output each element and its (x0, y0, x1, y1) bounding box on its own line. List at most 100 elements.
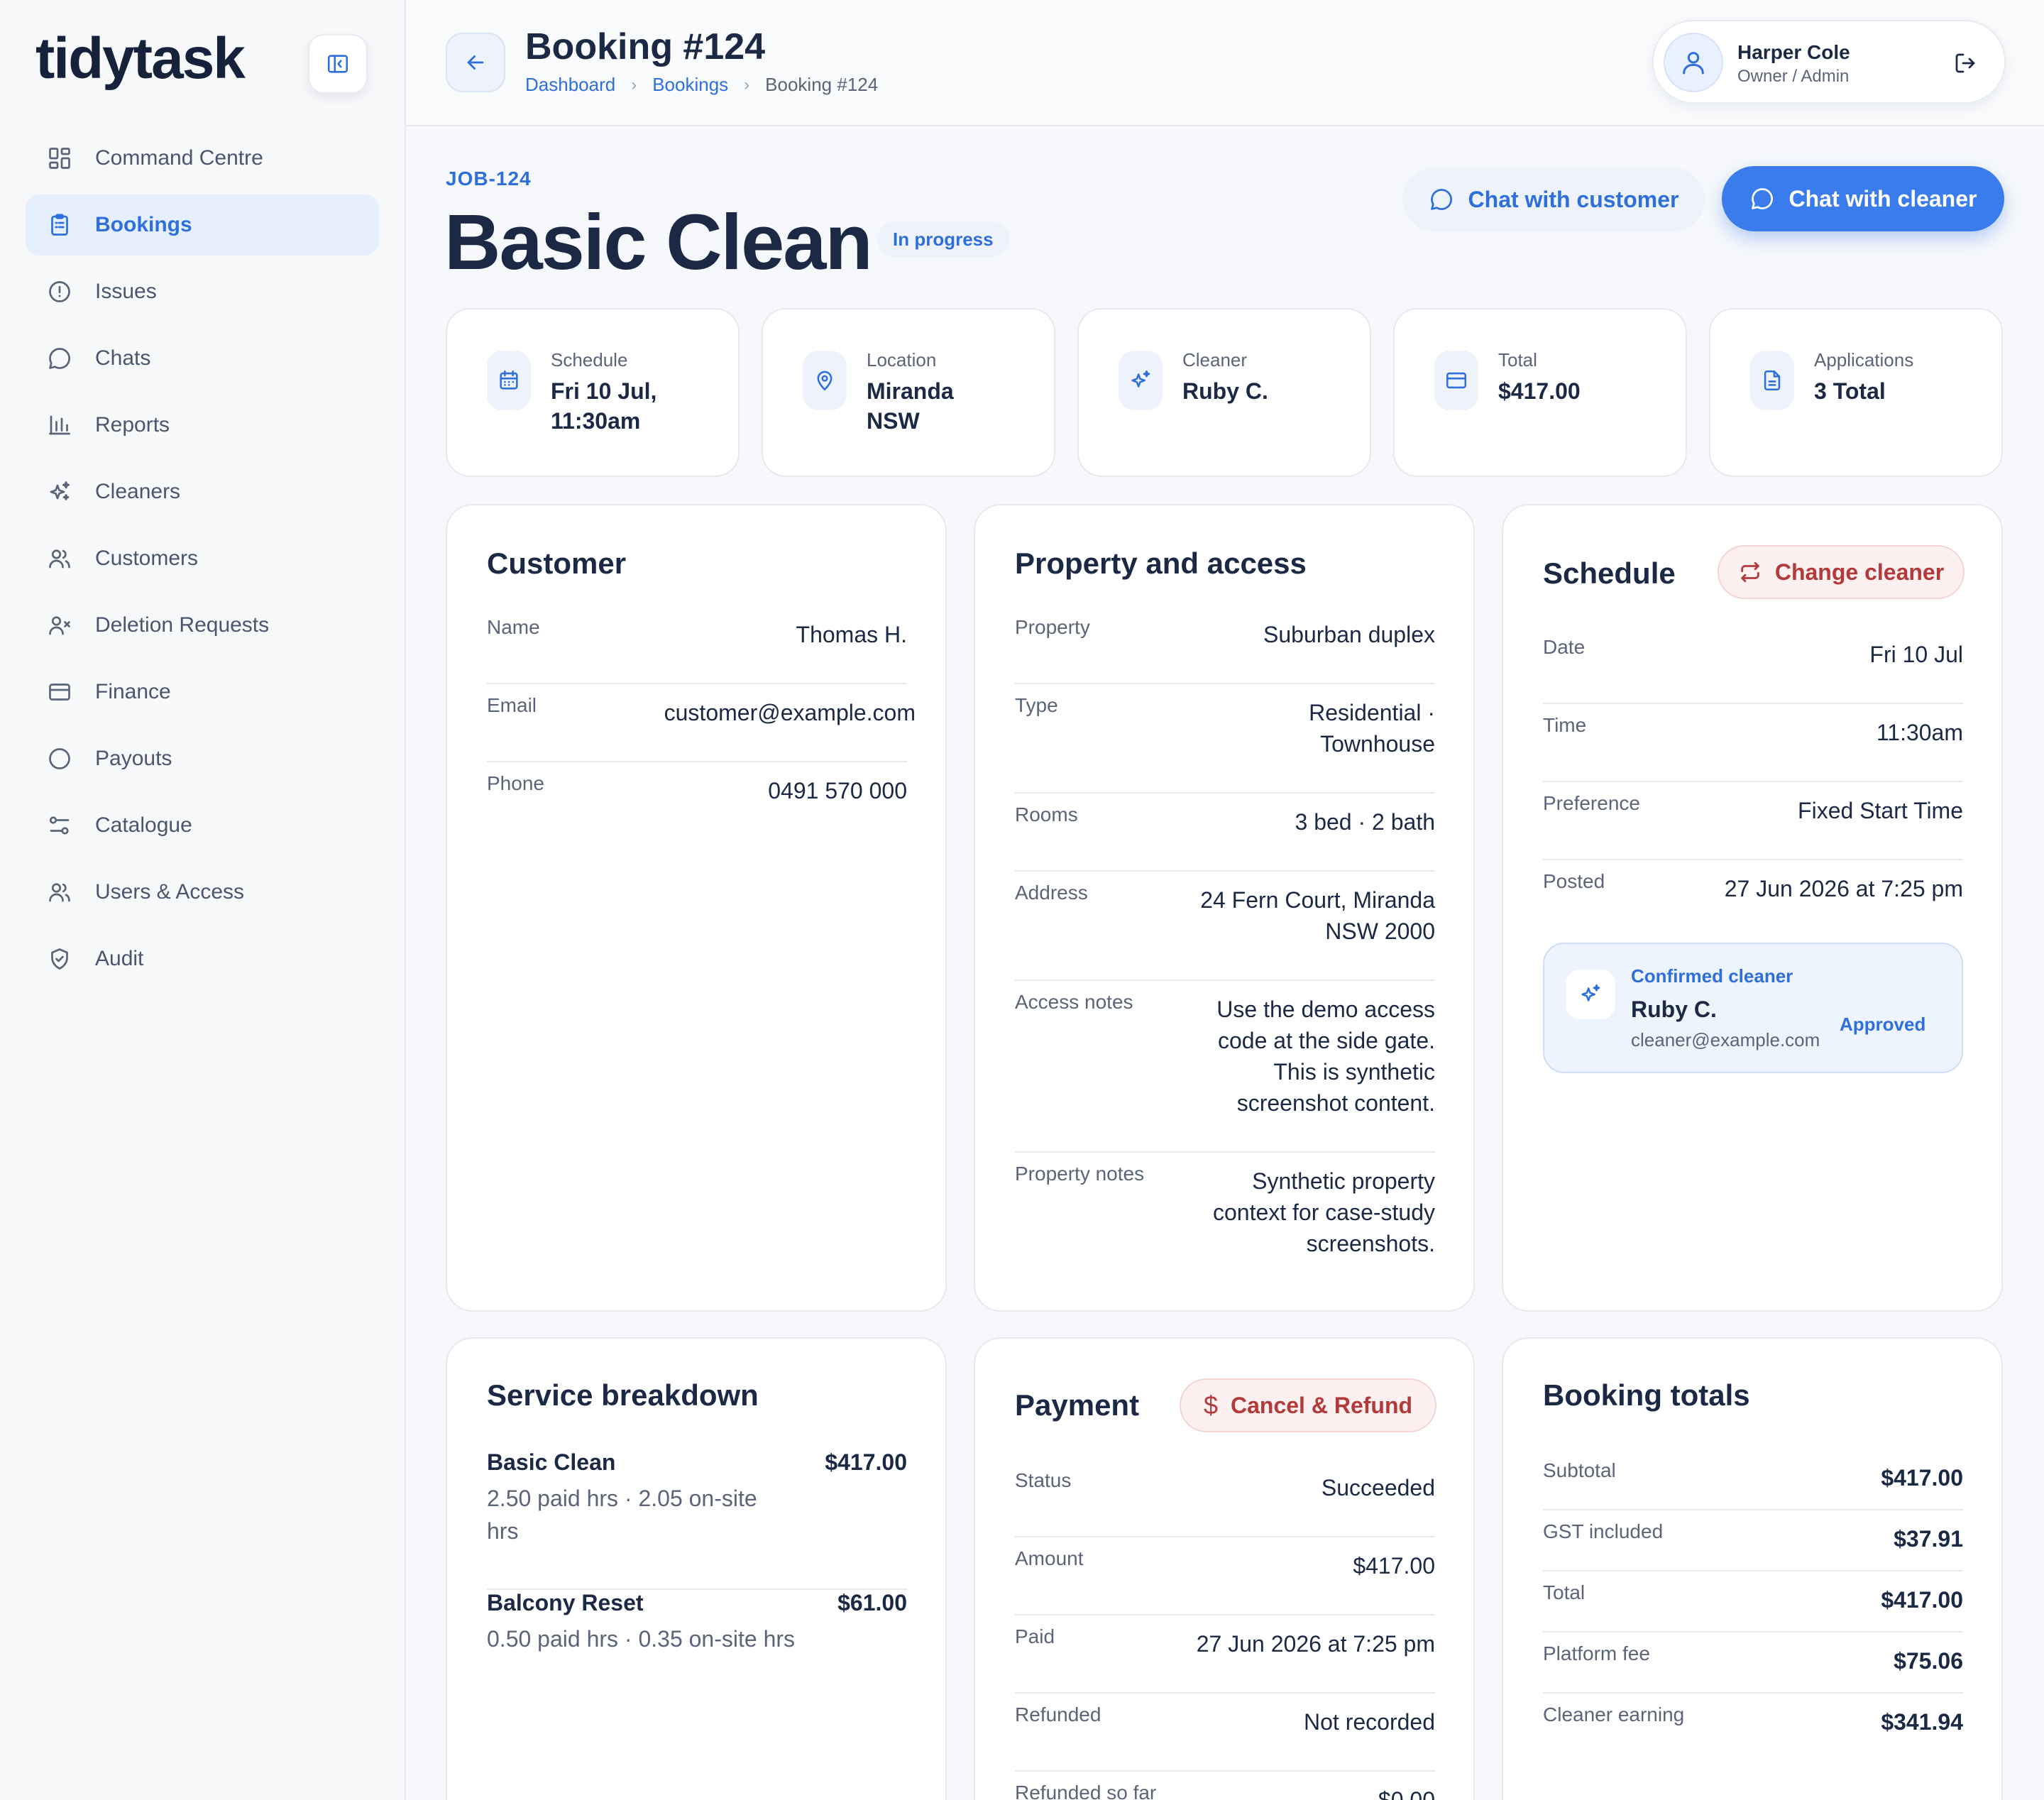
payment-paid-row: Paid 27 Jun 2026 at 7:25 pm (1015, 1615, 1435, 1694)
row-value: $417.00 (1881, 1587, 1963, 1613)
booking-totals-panel: Booking totals Subtotal $417.00 GST incl… (1502, 1337, 2003, 1800)
row-value: Not recorded (1304, 1709, 1435, 1735)
payment-panel: Payment $ Cancel & Refund Status Succeed… (974, 1337, 1475, 1800)
sidebar-item-catalogue[interactable]: Catalogue (26, 795, 379, 856)
sidebar-item-issues[interactable]: Issues (26, 261, 379, 322)
user-menu[interactable]: Harper Cole Owner / Admin (1652, 20, 2006, 104)
cancel-refund-button[interactable]: $ Cancel & Refund (1180, 1378, 1436, 1432)
row-label: Subtotal (1543, 1459, 1616, 1481)
row-value: Residential · Townhouse (1309, 700, 1435, 757)
user-icon (1683, 52, 1704, 75)
sidebar-item-audit[interactable]: Audit (26, 928, 379, 989)
property-row: Property Suburban duplex (1015, 606, 1435, 684)
chevron-right-icon: › (744, 75, 750, 94)
confirmed-cleaner-card[interactable]: Confirmed cleaner Ruby C. cleaner@exampl… (1543, 943, 1963, 1073)
row-value: 24 Fern Court, Miranda NSW 2000 (1200, 887, 1435, 944)
stat-value: 3 Total (1814, 378, 1886, 404)
credit-card-icon (45, 678, 74, 706)
total-row: Total $417.00 (1543, 1571, 1963, 1632)
chat-bubble-icon (1430, 189, 1452, 210)
sidebar-item-customers[interactable]: Customers (26, 528, 379, 589)
stat-value: $417.00 (1498, 378, 1581, 404)
sidebar-item-command-centre[interactable]: Command Centre (26, 128, 379, 189)
row-value: Fixed Start Time (1798, 798, 1963, 823)
customer-phone-row: Phone 0491 570 000 (487, 762, 907, 840)
breadcrumb-bookings[interactable]: Bookings (652, 74, 728, 96)
service-breakdown-panel: Service breakdown Basic Clean 2.50 paid … (446, 1337, 947, 1800)
logout-icon (1955, 53, 1975, 73)
confirmed-cleaner-email: cleaner@example.com (1631, 1029, 1820, 1050)
row-label: Posted (1543, 870, 1605, 892)
sidebar-item-users-access[interactable]: Users & Access (26, 862, 379, 923)
row-label: Amount (1015, 1547, 1084, 1569)
row-label: Property notes (1015, 1163, 1145, 1185)
chat-with-cleaner-label: Chat with cleaner (1788, 185, 1977, 212)
circle-icon (45, 745, 74, 773)
document-icon (1750, 351, 1794, 410)
sidebar-item-deletion-requests[interactable]: Deletion Requests (26, 595, 379, 656)
logout-button[interactable] (1950, 48, 1980, 78)
sidebar-item-cleaners[interactable]: Cleaners (26, 461, 379, 522)
confirmed-cleaner-label: Confirmed cleaner (1631, 965, 1793, 987)
row-label: GST included (1543, 1520, 1664, 1542)
customer-email-link[interactable]: customer@example.com (664, 697, 916, 728)
breadcrumb-dashboard[interactable]: Dashboard (525, 74, 615, 96)
date-row: Date Fri 10 Jul (1543, 626, 1963, 704)
sidebar-item-bookings[interactable]: Bookings (26, 194, 379, 256)
row-label: Property (1015, 616, 1090, 638)
row-value: 27 Jun 2026 at 7:25 pm (1196, 1631, 1435, 1657)
sidebar-item-chats[interactable]: Chats (26, 328, 379, 389)
row-label: Name (487, 616, 540, 638)
service-line-item: Balcony Reset 0.50 paid hrs · 0.35 on-si… (487, 1590, 907, 1689)
sidebar-item-label: Reports (95, 413, 170, 437)
payment-refunded-so-far-row: Refunded so far $0.00 (1015, 1772, 1435, 1800)
chat-with-customer-button[interactable]: Chat with customer (1402, 168, 1705, 231)
credit-card-icon (1434, 351, 1478, 410)
breadcrumb: Dashboard › Bookings › Booking #124 (525, 74, 878, 96)
row-value: $417.00 (1881, 1465, 1963, 1491)
sliders-icon (45, 811, 74, 840)
row-value: 27 Jun 2026 at 7:25 pm (1724, 876, 1963, 901)
collapse-sidebar-button[interactable] (308, 34, 368, 94)
sidebar-item-finance[interactable]: Finance (26, 662, 379, 723)
row-value: $417.00 (1353, 1553, 1435, 1579)
row-value: $0.00 (1378, 1787, 1435, 1800)
cleaner-earning-row: Cleaner earning $341.94 (1543, 1694, 1963, 1755)
users-icon (45, 878, 74, 906)
stat-card-applications: Applications 3 Total (1709, 308, 2003, 477)
chevron-right-icon: › (631, 75, 637, 94)
stat-value: Fri 10 Jul, 11:30am (551, 378, 657, 434)
user-x-icon (45, 611, 74, 640)
row-label: Preference (1543, 792, 1640, 814)
panel-title: Payment (1015, 1388, 1140, 1422)
chat-with-cleaner-button[interactable]: Chat with cleaner (1722, 166, 2004, 231)
time-row: Time 11:30am (1543, 704, 1963, 782)
customer-phone-link[interactable]: 0491 570 000 (768, 775, 907, 806)
back-button[interactable] (446, 33, 505, 92)
app-logo[interactable]: tidytask (35, 26, 246, 92)
sidebar-collapse-icon (327, 55, 348, 73)
row-label: Cleaner earning (1543, 1703, 1685, 1725)
customer-email-row: Email customer@example.com (487, 684, 916, 762)
change-cleaner-button[interactable]: Change cleaner (1718, 545, 1965, 599)
top-bar: Booking #124 Dashboard › Bookings › Book… (406, 0, 2044, 126)
confirmed-cleaner-name: Ruby C. (1631, 997, 1717, 1022)
sidebar-item-payouts[interactable]: Payouts (26, 728, 379, 789)
stat-value: Miranda NSW (867, 378, 954, 434)
row-label: Email (487, 694, 537, 716)
row-value: $37.91 (1894, 1526, 1963, 1552)
swap-icon (1741, 561, 1759, 583)
payment-amount-row: Amount $417.00 (1015, 1537, 1435, 1615)
users-icon (45, 544, 74, 573)
sidebar-item-label: Customers (95, 547, 199, 570)
alert-circle-icon (45, 278, 74, 306)
row-label: Paid (1015, 1625, 1055, 1647)
customer-name-row: Name Thomas H. (487, 606, 907, 684)
row-label: Status (1015, 1469, 1072, 1491)
sidebar-item-reports[interactable]: Reports (26, 395, 379, 456)
row-label: Access notes (1015, 991, 1133, 1013)
customer-panel: Customer Name Thomas H. Email customer@e… (446, 504, 947, 1312)
row-value: Use the demo access code at the side gat… (1216, 997, 1435, 1116)
grid-icon (45, 144, 74, 172)
service-detail: 0.50 paid hrs · 0.35 on-site hrs (487, 1626, 796, 1652)
